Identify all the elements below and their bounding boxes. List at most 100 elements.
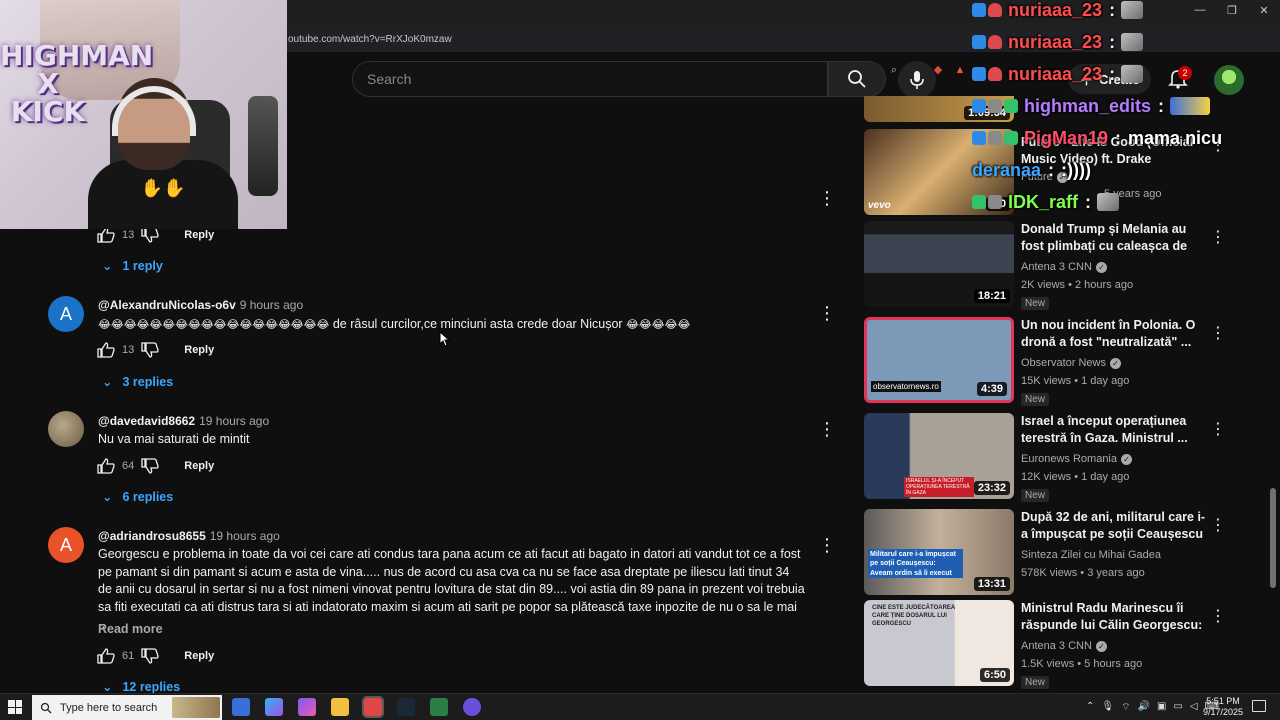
camera-icon[interactable]: ▣ (1157, 701, 1166, 714)
comment-body: de râsul curcilor,ce minciuni asta crede… (332, 317, 623, 331)
video-thumbnail[interactable]: Militarul care i-a împușcat pe soții Cea… (864, 509, 1014, 595)
comment-text: Georgescu e problema in toate da voi cei… (98, 547, 805, 631)
app-icon[interactable] (298, 698, 316, 716)
reply-button[interactable]: Reply (184, 460, 214, 472)
video-item[interactable]: CINE ESTE JUDECĂTOAREA CARE ȚINE DOSARUL… (864, 600, 1264, 689)
video-thumbnail[interactable]: CINE ESTE JUDECĂTOAREA CARE ȚINE DOSARUL… (864, 600, 1014, 686)
new-badge: New (1021, 393, 1050, 406)
comment-avatar[interactable]: A (48, 296, 84, 332)
video-title[interactable]: Un nou incident în Polonia. O dronă a fo… (1021, 317, 1206, 350)
dislike-button[interactable] (140, 647, 160, 665)
windows-taskbar: Type here to search ⌃ 🎙 ⌔ 🔊 ▣ ▭ ◁ ⌨ 5:51… (0, 693, 1280, 720)
chat-badge-icon (1004, 131, 1018, 145)
reply-button[interactable]: Reply (184, 229, 214, 241)
discord-icon[interactable] (463, 698, 481, 716)
video-item[interactable]: observatornews.ro 4:39 Un nou incident î… (864, 317, 1264, 406)
xbox-icon[interactable] (430, 698, 448, 716)
video-channel[interactable]: Antena 3 CNN ✓ (1021, 640, 1107, 652)
channel-name[interactable]: Antena 3 CNN (1021, 261, 1092, 273)
video-title[interactable]: Israel a început operațiunea terestră în… (1021, 413, 1206, 446)
thumbnail-label: vevo (868, 200, 891, 211)
microphone-icon (910, 71, 924, 89)
comment-author[interactable]: @adriandrosu8655 19 hours ago (98, 529, 280, 543)
network-icon[interactable]: ▭ (1173, 701, 1182, 714)
voice-search-button[interactable] (898, 61, 936, 99)
search-input[interactable] (367, 62, 827, 96)
comment-menu-button[interactable]: ⋮ (818, 419, 836, 439)
video-channel[interactable]: Euronews Romania ✓ (1021, 453, 1132, 465)
video-channel[interactable]: Antena 3 CNN ✓ (1021, 261, 1107, 273)
video-thumbnail[interactable]: 18:21 (864, 221, 1014, 307)
comment-author[interactable]: @davedavid8662 19 hours ago (98, 414, 269, 428)
read-more-button[interactable]: Read more (98, 622, 163, 636)
video-menu-button[interactable]: ⋮ (1210, 419, 1226, 439)
comment-time[interactable]: 19 hours ago (210, 529, 280, 543)
video-item[interactable]: ISRAELUL ȘI-A ÎNCEPUT OPERAȚIUNEA TEREST… (864, 413, 1264, 502)
video-menu-button[interactable]: ⋮ (1210, 227, 1226, 247)
view-replies-button[interactable]: ⌄ 12 replies (102, 679, 180, 695)
taskbar-search[interactable]: Type here to search (32, 695, 222, 720)
browser-icon[interactable] (362, 696, 384, 718)
dislike-button[interactable] (140, 341, 160, 359)
comment-avatar[interactable] (48, 411, 84, 447)
reply-button[interactable]: Reply (184, 650, 214, 662)
view-replies-button[interactable]: ⌄ 1 reply (102, 258, 163, 274)
wifi-icon[interactable]: ⌔ (1121, 701, 1130, 714)
like-button[interactable] (96, 341, 116, 359)
alert-icon[interactable]: ▲ (953, 63, 967, 77)
comment-time[interactable]: 19 hours ago (199, 414, 269, 428)
comment-author[interactable]: @AlexandruNicolas-o6v 9 hours ago (98, 298, 303, 312)
chat-username: PigMan19 (1024, 127, 1109, 148)
speaker-icon[interactable]: ◁ (1190, 701, 1198, 714)
video-title[interactable]: Donald Trump și Melania au fost plimbați… (1021, 221, 1206, 255)
task-view-icon[interactable] (232, 698, 250, 716)
like-button[interactable] (96, 647, 116, 665)
chevron-up-icon[interactable]: ⌃ (1086, 701, 1094, 714)
video-meta: 12K views • 1 day ago (1021, 471, 1130, 483)
verified-icon: ✓ (1095, 640, 1107, 652)
taskbar-clock[interactable]: 5:51 PM 9/17/2025 (1198, 696, 1248, 718)
video-channel[interactable]: Sinteza Zilei cu Mihai Gadea (1021, 549, 1161, 561)
author-handle[interactable]: @AlexandruNicolas-o6v (98, 298, 236, 312)
notification-center-icon[interactable] (1252, 700, 1266, 712)
steam-icon[interactable] (397, 698, 415, 716)
channel-name[interactable]: Sinteza Zilei cu Mihai Gadea (1021, 549, 1161, 561)
channel-name[interactable]: Observator News (1021, 357, 1106, 369)
video-menu-button[interactable]: ⋮ (1210, 515, 1226, 535)
comment-time[interactable]: 9 hours ago (240, 298, 303, 312)
video-thumbnail[interactable]: observatornews.ro 4:39 (864, 317, 1014, 403)
video-channel[interactable]: Observator News ✓ (1021, 357, 1121, 369)
comment-avatar[interactable]: A (48, 527, 84, 563)
chat-message: nuriaaa_23 : (972, 26, 1272, 58)
comment-menu-button[interactable]: ⋮ (818, 535, 836, 555)
view-replies-button[interactable]: ⌄ 6 replies (102, 489, 173, 505)
dislike-button[interactable] (140, 457, 160, 475)
view-replies-button[interactable]: ⌄ 3 replies (102, 374, 173, 390)
video-item[interactable]: Militarul care i-a împușcat pe soții Cea… (864, 509, 1264, 595)
like-button[interactable] (96, 457, 116, 475)
video-title[interactable]: Ministrul Radu Marinescu îi răspunde lui… (1021, 600, 1206, 634)
volume-icon[interactable]: 🔊 (1138, 701, 1150, 714)
reply-button[interactable]: Reply (184, 344, 214, 356)
video-thumbnail[interactable]: ISRAELUL ȘI-A ÎNCEPUT OPERAȚIUNEA TEREST… (864, 413, 1014, 499)
channel-name[interactable]: Antena 3 CNN (1021, 640, 1092, 652)
author-handle[interactable]: @adriandrosu8655 (98, 529, 206, 543)
chevron-down-icon: ⌄ (102, 375, 113, 389)
comment-menu-button[interactable]: ⋮ (818, 188, 836, 208)
chat-message: nuriaaa_23 : (972, 0, 1272, 26)
file-explorer-icon[interactable] (331, 698, 349, 716)
search-input-box[interactable] (352, 61, 828, 97)
url-text[interactable]: outube.com/watch?v=RrXJoK0mzaw (288, 34, 452, 45)
comment-menu-button[interactable]: ⋮ (818, 303, 836, 323)
microphone-icon[interactable]: 🎙 (1101, 701, 1114, 714)
search-button[interactable] (828, 61, 886, 97)
channel-name[interactable]: Euronews Romania (1021, 453, 1117, 465)
copilot-icon[interactable] (265, 698, 283, 716)
author-handle[interactable]: @davedavid8662 (98, 414, 195, 428)
page-scrollbar[interactable] (1270, 488, 1276, 588)
video-item[interactable]: 18:21 Donald Trump și Melania au fost pl… (864, 221, 1264, 310)
video-menu-button[interactable]: ⋮ (1210, 323, 1226, 343)
windows-start-icon[interactable] (8, 700, 22, 714)
video-title[interactable]: După 32 de ani, militarul care i-a împuș… (1021, 509, 1206, 543)
video-menu-button[interactable]: ⋮ (1210, 606, 1226, 626)
